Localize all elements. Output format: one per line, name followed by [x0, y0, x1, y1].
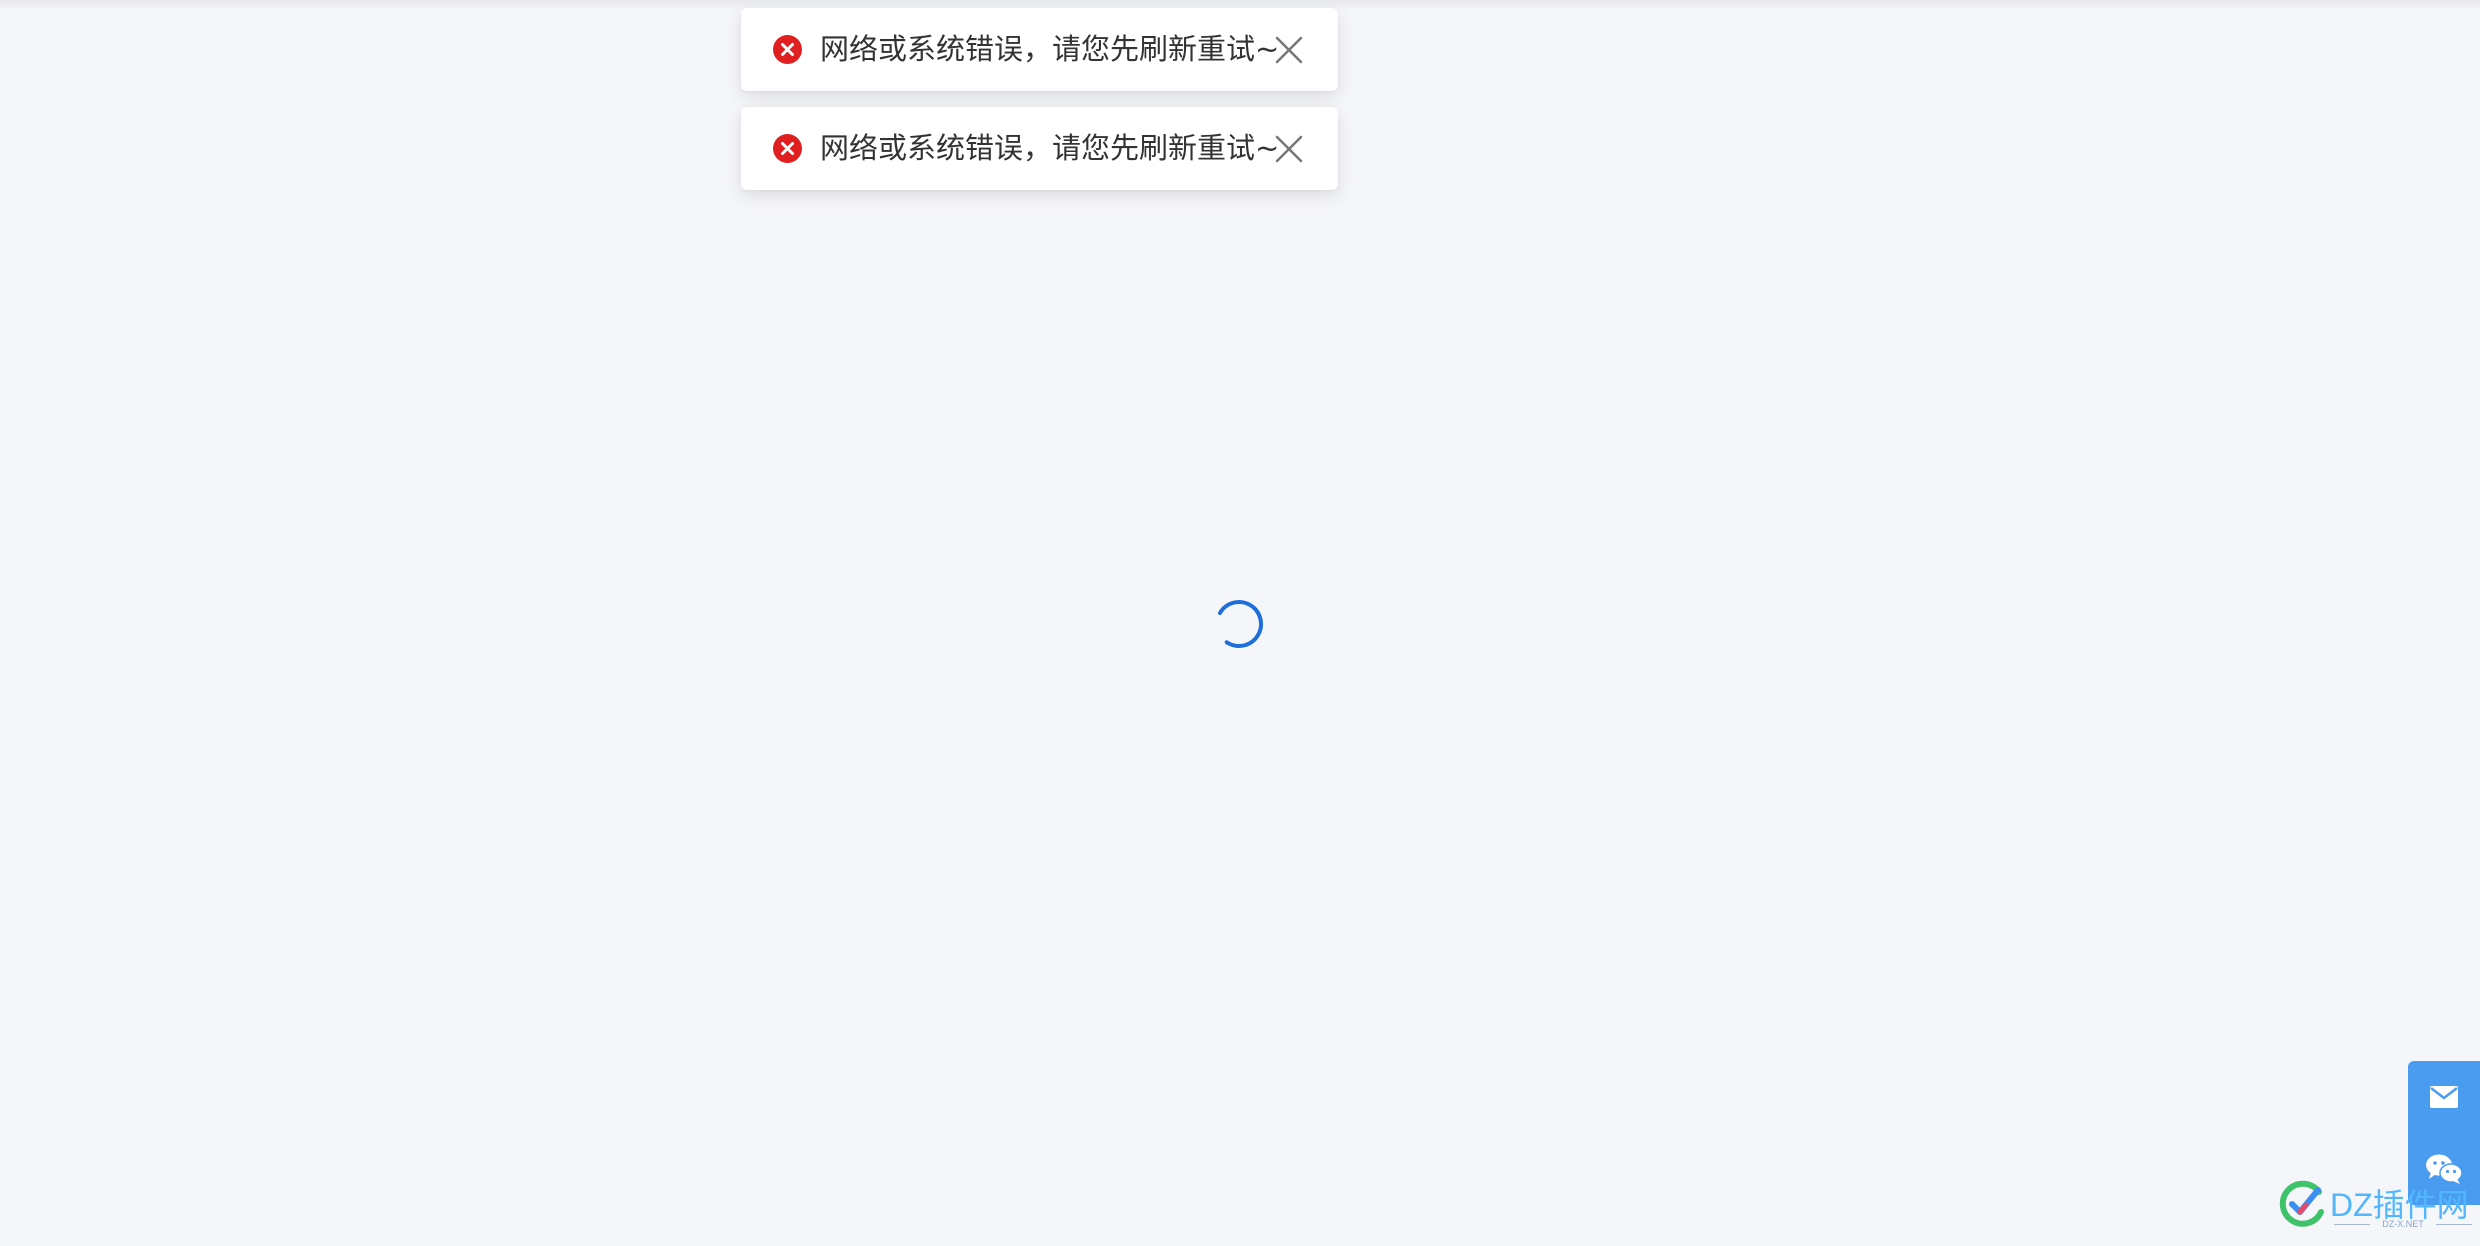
toast-message: 网络或系统错误，请您先刷新重试~: [820, 131, 1280, 165]
mail-icon: [2430, 1086, 2458, 1108]
error-toast: 网络或系统错误，请您先刷新重试~: [741, 107, 1338, 190]
error-toast: 网络或系统错误，请您先刷新重试~: [741, 8, 1338, 91]
close-icon[interactable]: [1273, 34, 1305, 66]
loading-spinner-icon: [1215, 600, 1263, 648]
watermark-subtext: DZ-X.NET: [2330, 1217, 2476, 1231]
page: 网络或系统错误，请您先刷新重试~ 网络或系统错误，请您先刷新重试~ DZ插件网 …: [0, 0, 2480, 1246]
toast-message: 网络或系统错误，请您先刷新重试~: [820, 32, 1280, 66]
mail-button[interactable]: [2408, 1061, 2480, 1133]
error-circle-icon: [773, 134, 802, 163]
dz-logo-icon: [2279, 1180, 2324, 1227]
dz-watermark: DZ插件网 DZ-X.NET: [2276, 1176, 2476, 1236]
error-circle-icon: [773, 35, 802, 64]
close-icon[interactable]: [1273, 133, 1305, 165]
